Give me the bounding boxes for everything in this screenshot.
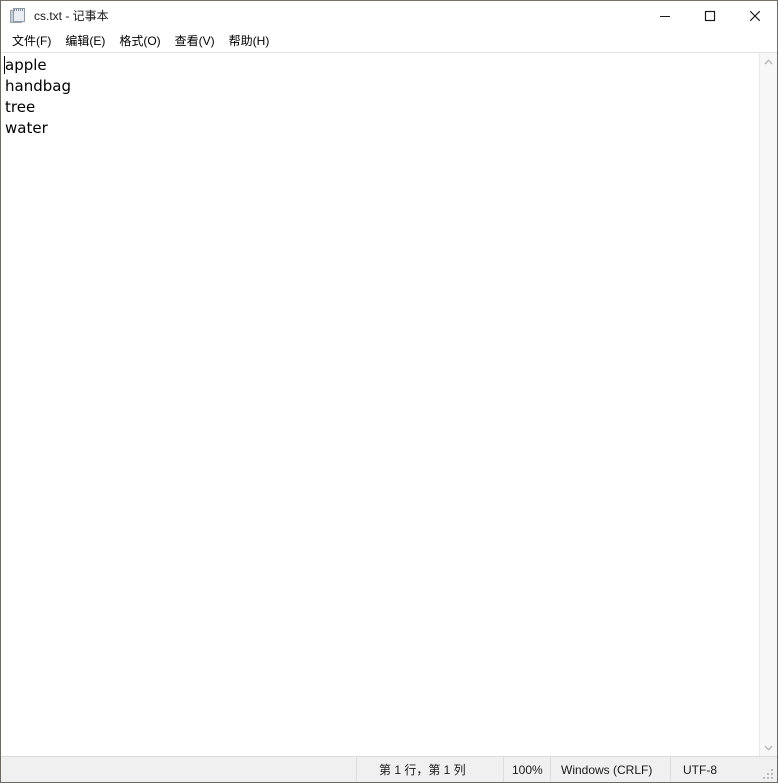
window-title: cs.txt - 记事本 <box>34 9 109 23</box>
chevron-up-icon <box>764 58 773 64</box>
close-button[interactable] <box>732 1 777 31</box>
text-editor[interactable]: apple handbag tree water <box>1 53 759 756</box>
menu-edit[interactable]: 编辑(E) <box>58 33 112 50</box>
text-caret <box>4 56 5 74</box>
maximize-button[interactable] <box>687 1 732 31</box>
close-icon <box>749 10 760 22</box>
chevron-down-icon <box>764 745 773 751</box>
menu-file[interactable]: 文件(F) <box>5 33 58 50</box>
menu-format[interactable]: 格式(O) <box>112 33 167 50</box>
maximize-icon <box>704 10 715 22</box>
notepad-window: cs.txt - 记事本 文件(F) 编辑(E) 格式(O) 查看(V) 帮助(… <box>0 0 778 783</box>
status-bar-spacer <box>1 757 356 782</box>
vertical-scrollbar[interactable] <box>759 53 777 756</box>
minimize-button[interactable] <box>642 1 687 31</box>
menu-view[interactable]: 查看(V) <box>168 33 222 50</box>
scrollbar-up-button[interactable] <box>760 53 777 70</box>
menu-help[interactable]: 帮助(H) <box>222 33 277 50</box>
notepad-icon <box>10 8 26 24</box>
status-line-ending: Windows (CRLF) <box>550 757 670 782</box>
menu-bar: 文件(F) 编辑(E) 格式(O) 查看(V) 帮助(H) <box>1 31 777 52</box>
status-encoding: UTF-8 <box>670 757 777 782</box>
scrollbar-down-button[interactable] <box>760 739 777 756</box>
status-bar: 第 1 行，第 1 列 100% Windows (CRLF) UTF-8 <box>1 756 777 782</box>
editor-text[interactable]: apple handbag tree water <box>1 53 759 139</box>
window-controls <box>642 1 777 31</box>
scrollbar-track[interactable] <box>760 70 777 739</box>
client-area: apple handbag tree water <box>1 52 777 756</box>
minimize-icon <box>659 16 670 17</box>
status-zoom-level[interactable]: 100% <box>503 757 550 782</box>
status-line-column: 第 1 行，第 1 列 <box>356 757 503 782</box>
title-bar[interactable]: cs.txt - 记事本 <box>1 1 777 31</box>
